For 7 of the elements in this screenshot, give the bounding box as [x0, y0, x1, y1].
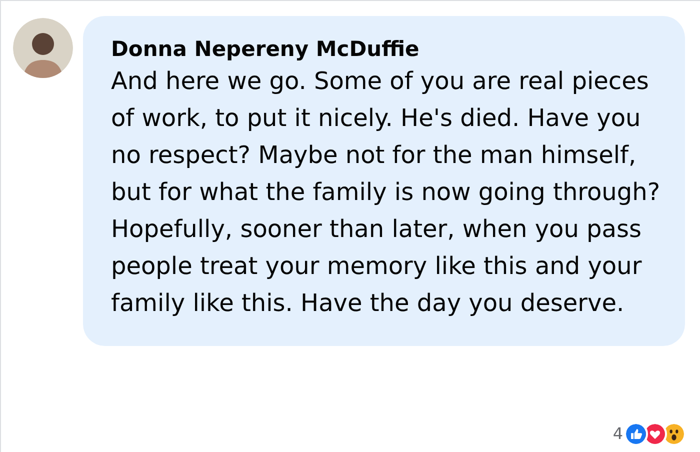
- like-icon: [624, 422, 648, 446]
- heart-icon: [643, 422, 667, 446]
- surprised-face-icon: [662, 422, 686, 446]
- author-name[interactable]: Donna Nepereny McDuffie: [111, 36, 669, 62]
- reaction-count: 4: [612, 423, 623, 445]
- avatar[interactable]: [13, 18, 73, 78]
- comment-text: And here we go. Some of you are real pieces of work, to put it nicely. He's died. Have you no respect? Maybe not for the man himself, but for what the family is now going through? Hopefully, sooner than later, when you pass people treat your memory like this and your family like this. Have the day you deserve.: [111, 66, 662, 319]
